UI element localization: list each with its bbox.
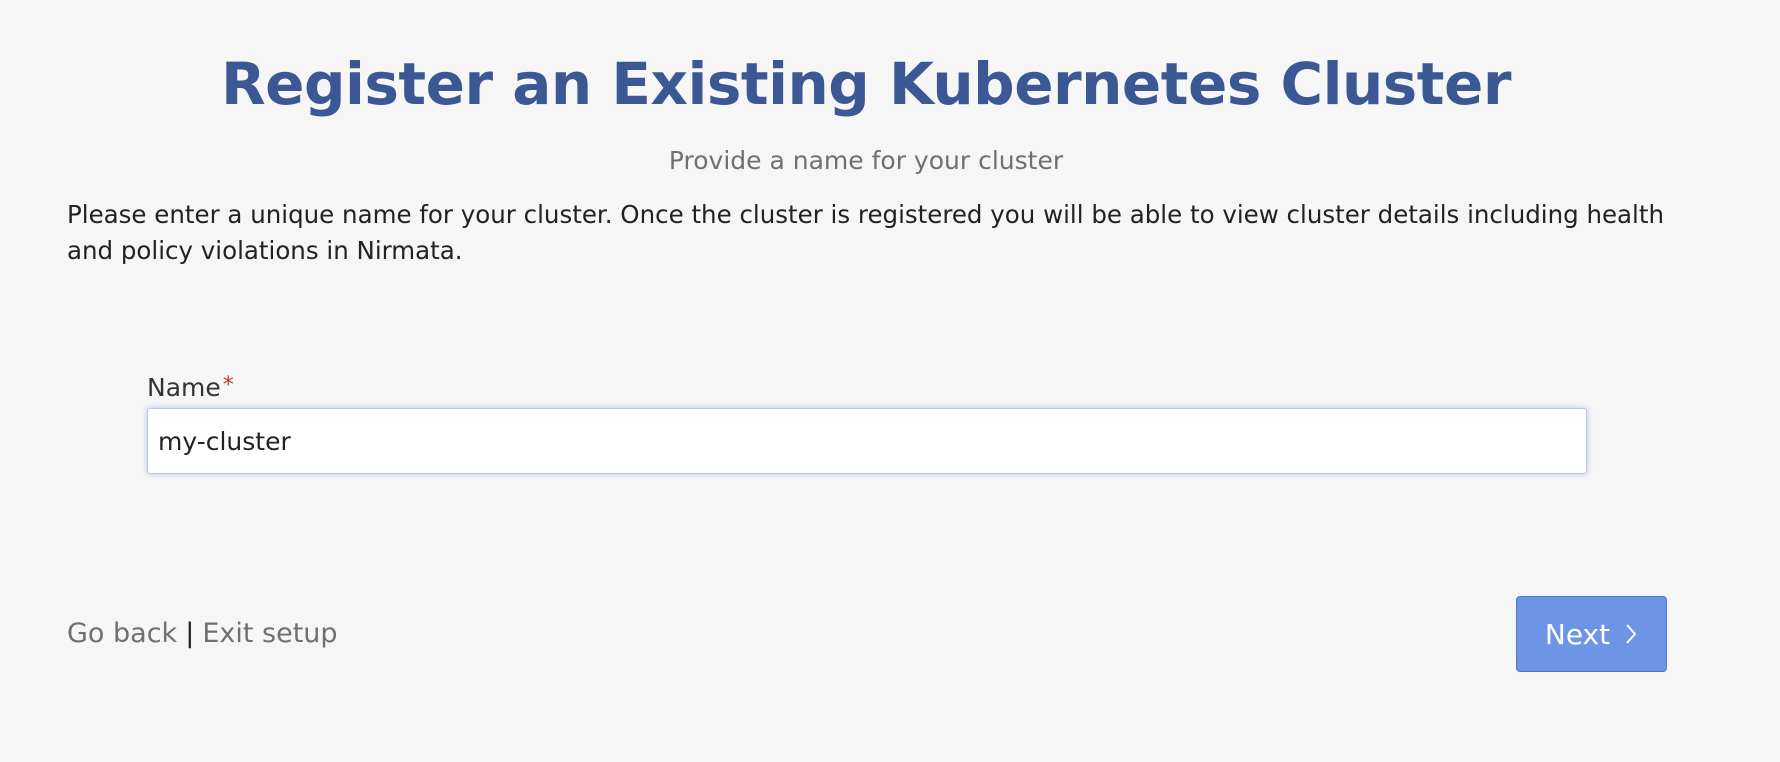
footer-links: Go back | Exit setup	[67, 616, 338, 652]
page-subtitle: Provide a name for your cluster	[668, 146, 1064, 175]
go-back-link[interactable]: Go back	[67, 618, 177, 649]
name-field-label: Name*	[147, 370, 234, 408]
required-marker: *	[222, 373, 234, 398]
register-cluster-page: Register an Existing Kubernetes Cluster …	[0, 0, 1780, 762]
cluster-name-input[interactable]	[147, 408, 1587, 474]
instructions-text: Please enter a unique name for your clus…	[67, 200, 1664, 265]
next-button[interactable]: Next	[1516, 596, 1667, 672]
name-label-text: Name	[147, 373, 221, 402]
link-separator: |	[185, 618, 195, 649]
chevron-right-icon	[1626, 624, 1637, 644]
exit-setup-link[interactable]: Exit setup	[202, 618, 337, 649]
page-title: Register an Existing Kubernetes Cluster	[221, 50, 1511, 118]
next-button-label: Next	[1544, 617, 1611, 651]
